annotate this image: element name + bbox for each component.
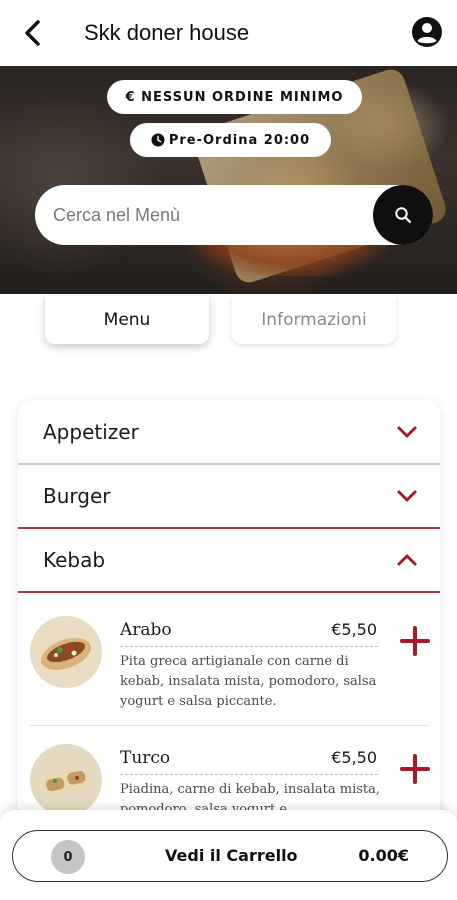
page-title: Skk doner house	[84, 20, 250, 45]
search-bar	[35, 185, 433, 245]
cart-total: 0.00€	[358, 846, 409, 865]
account-circle-icon[interactable]	[411, 16, 443, 48]
item-price: €5,50	[331, 748, 377, 767]
tab-informazioni[interactable]: Informazioni	[232, 296, 396, 344]
min-order-badge: € NESSUN ORDINE MINIMO	[107, 80, 362, 114]
tab-menu[interactable]: Menu	[45, 296, 209, 344]
category-burger[interactable]: Burger	[18, 464, 440, 528]
plus-icon[interactable]	[400, 754, 430, 784]
item-photo	[30, 616, 102, 688]
clock-icon	[151, 133, 165, 147]
menu-item-arabo[interactable]: Arabo €5,50 Pita greca artigianale con c…	[18, 596, 440, 724]
top-bar: Skk doner house	[0, 0, 457, 66]
search-input[interactable]	[53, 185, 363, 245]
category-divider	[18, 591, 440, 593]
plus-icon[interactable]	[400, 626, 430, 656]
view-cart-button[interactable]: 0 Vedi il Carrello 0.00€	[12, 830, 448, 882]
cart-button-label: Vedi il Carrello	[165, 846, 298, 865]
item-dotted-line	[120, 646, 378, 647]
preorder-badge: Pre-Ordina 20:00	[130, 123, 331, 157]
search-button[interactable]	[373, 185, 433, 245]
category-label: Burger	[43, 484, 111, 508]
cart-count-badge: 0	[51, 840, 85, 874]
category-label: Kebab	[43, 548, 106, 572]
category-label: Appetizer	[43, 420, 139, 444]
item-name: Arabo	[120, 620, 172, 640]
back-chevron-icon[interactable]	[18, 18, 48, 48]
chevron-down-icon	[396, 485, 418, 507]
search-icon	[394, 206, 412, 224]
item-dotted-line	[120, 774, 378, 775]
item-description: Pita greca artigianale con carne di keba…	[120, 654, 377, 709]
chevron-up-icon	[396, 549, 418, 571]
cart-bar: 0 Vedi il Carrello 0.00€	[0, 810, 457, 900]
chevron-down-icon	[396, 421, 418, 443]
item-price: €5,50	[331, 620, 377, 639]
item-name: Turco	[120, 748, 171, 768]
category-appetizer[interactable]: Appetizer	[18, 400, 440, 464]
category-kebab[interactable]: Kebab	[18, 528, 440, 592]
preorder-badge-label: Pre-Ordina 20:00	[168, 132, 311, 148]
min-order-badge-label: € NESSUN ORDINE MINIMO	[125, 89, 344, 105]
item-photo	[30, 744, 102, 816]
